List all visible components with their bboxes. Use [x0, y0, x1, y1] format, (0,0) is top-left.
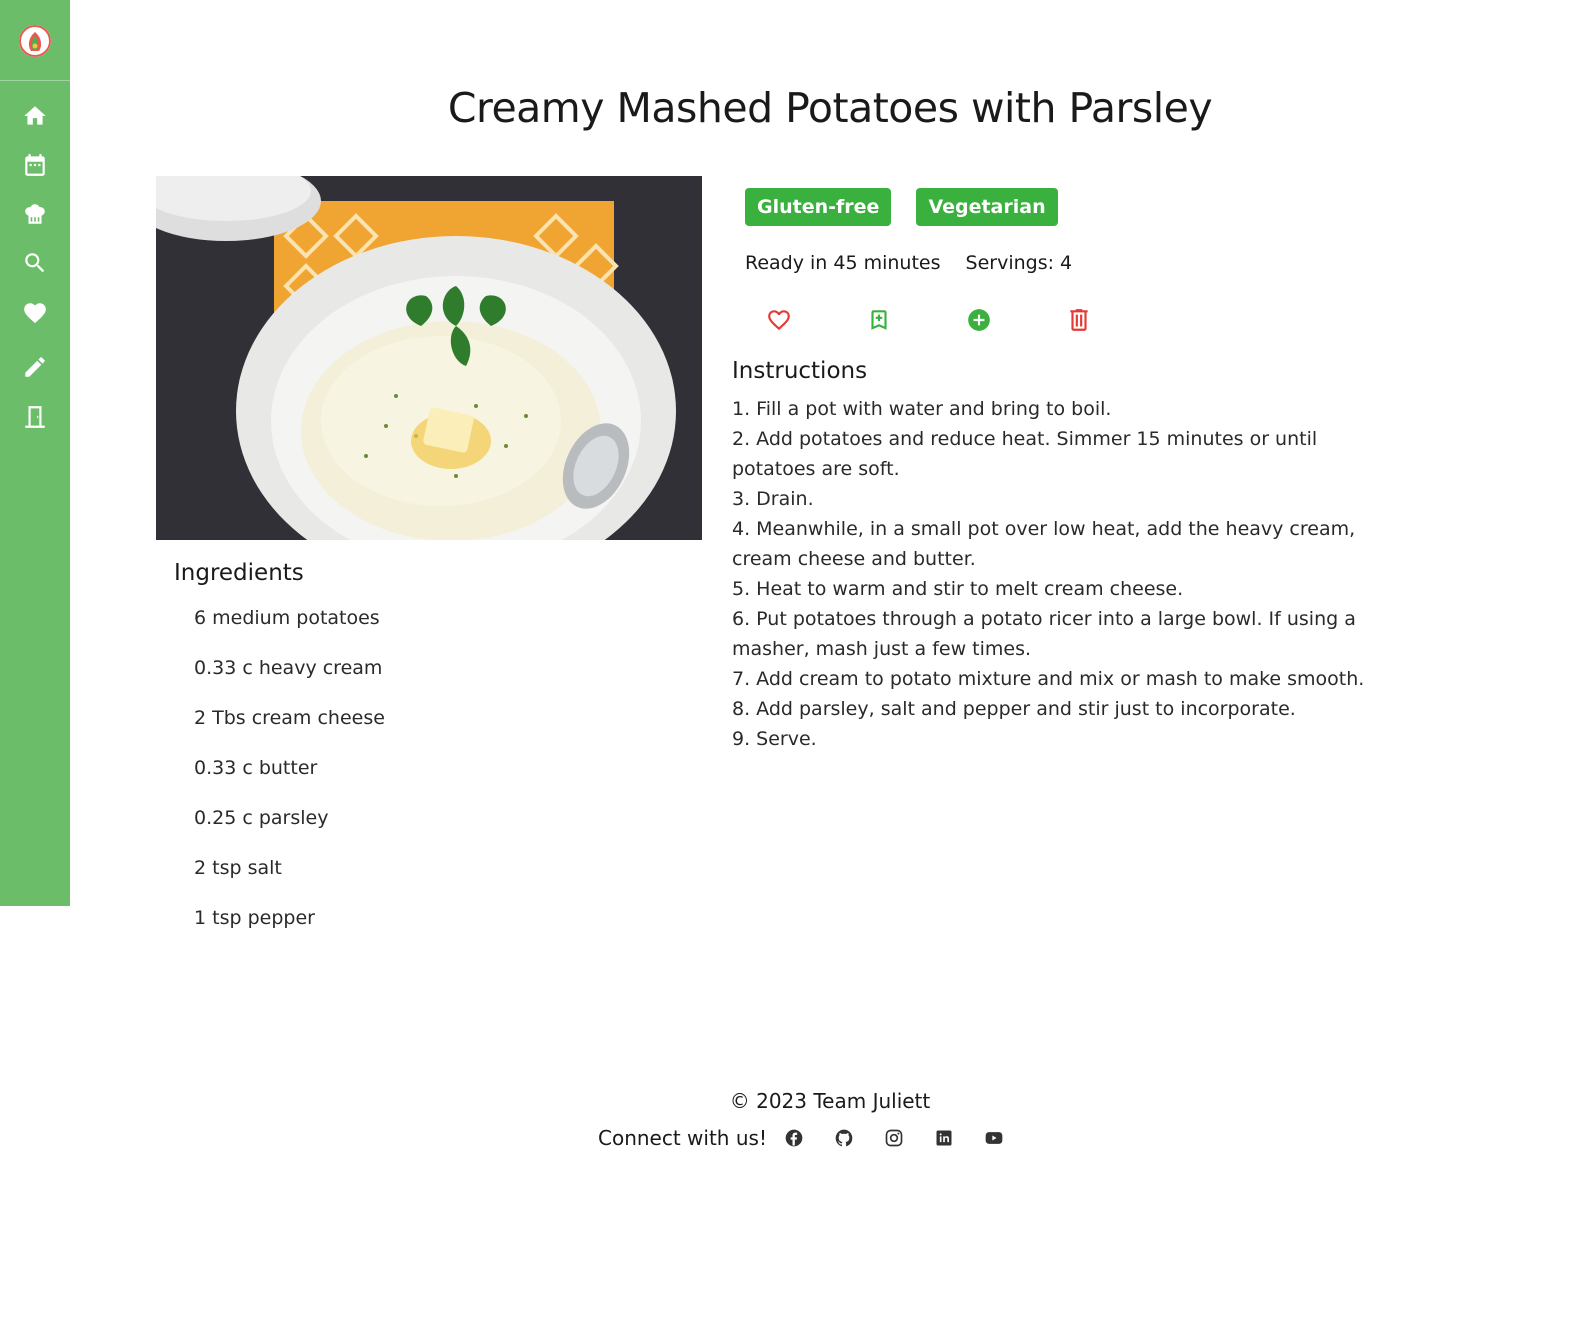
ingredients-list: 6 medium potatoes 0.33 c heavy cream 2 T… [194, 606, 385, 956]
chef-hat-icon [25, 204, 45, 224]
sidebar-item-calendar[interactable] [20, 150, 50, 180]
instruction-step: 5. Heat to warm and stir to melt cream c… [732, 578, 1184, 600]
instagram-link[interactable] [883, 1127, 905, 1149]
trash-icon [1070, 309, 1088, 331]
recipe-image [156, 176, 702, 540]
recipe-meta: Ready in 45 minutes Servings: 4 [745, 252, 1072, 274]
github-icon [835, 1129, 853, 1147]
add-circle-icon [968, 309, 990, 331]
footer-connect: Connect with us! [598, 1126, 1019, 1150]
add-to-plan-button[interactable] [966, 307, 992, 333]
ingredient-item: 2 tsp salt [194, 857, 282, 879]
door-icon [25, 406, 45, 428]
instructions-heading: Instructions [732, 358, 868, 384]
delete-button[interactable] [1066, 307, 1092, 333]
instruction-step: 2. Add potatoes and reduce heat. Simmer … [732, 428, 1318, 480]
recipe-actions [766, 307, 1092, 333]
page-title: Creamy Mashed Potatoes with Parsley [447, 84, 1213, 132]
search-icon [25, 253, 45, 273]
instruction-step: 3. Drain. [732, 488, 814, 510]
youtube-icon [985, 1132, 1003, 1144]
favorite-button[interactable] [766, 307, 792, 333]
facebook-icon [785, 1129, 803, 1147]
facebook-link[interactable] [783, 1127, 805, 1149]
instruction-step: 4. Meanwhile, in a small pot over low he… [732, 518, 1356, 570]
instruction-step: 9. Serve. [732, 728, 817, 750]
connect-label: Connect with us! [598, 1126, 767, 1150]
footer-copyright: © 2023 Team Juliett [729, 1089, 931, 1113]
tag-gluten-free: Gluten-free [745, 188, 892, 226]
linkedin-icon [936, 1130, 952, 1146]
servings: Servings: 4 [965, 252, 1073, 274]
linkedin-link[interactable] [933, 1127, 955, 1149]
sidebar-item-favorites[interactable] [20, 298, 50, 328]
github-link[interactable] [833, 1127, 855, 1149]
ingredient-item: 0.33 c heavy cream [194, 657, 383, 679]
sidebar-item-search[interactable] [20, 248, 50, 278]
home-icon [24, 106, 46, 125]
instruction-step: 8. Add parsley, salt and pepper and stir… [732, 698, 1296, 720]
heart-outline-icon [768, 310, 790, 331]
ingredient-item: 1 tsp pepper [194, 907, 315, 929]
sidebar-item-recipes[interactable] [20, 199, 50, 229]
calendar-icon [25, 154, 45, 176]
sidebar-item-home[interactable] [20, 101, 50, 131]
ready-time: Ready in 45 minutes [745, 252, 941, 274]
sidebar-divider [0, 80, 70, 81]
app-logo[interactable] [19, 25, 51, 57]
diet-tags: Gluten-free Vegetarian [745, 188, 1058, 226]
sidebar [0, 0, 70, 906]
instruction-step: 1. Fill a pot with water and bring to bo… [732, 398, 1112, 420]
sidebar-item-edit[interactable] [20, 352, 50, 382]
instruction-step: 6. Put potatoes through a potato ricer i… [732, 608, 1356, 660]
ingredients-heading: Ingredients [174, 560, 304, 586]
bookmark-add-icon [871, 310, 887, 330]
youtube-link[interactable] [983, 1127, 1005, 1149]
pencil-icon [25, 357, 45, 377]
heart-icon [24, 303, 46, 324]
sidebar-item-logout[interactable] [20, 402, 50, 432]
ingredient-item: 6 medium potatoes [194, 607, 380, 629]
save-bookmark-button[interactable] [866, 307, 892, 333]
instructions-list: 1. Fill a pot with water and bring to bo… [732, 394, 1392, 754]
ingredient-item: 0.33 c butter [194, 757, 318, 779]
ingredient-item: 2 Tbs cream cheese [194, 707, 385, 729]
ingredient-item: 0.25 c parsley [194, 807, 329, 829]
tag-vegetarian: Vegetarian [916, 188, 1058, 226]
instagram-icon [885, 1129, 903, 1147]
instruction-step: 7. Add cream to potato mixture and mix o… [732, 668, 1365, 690]
